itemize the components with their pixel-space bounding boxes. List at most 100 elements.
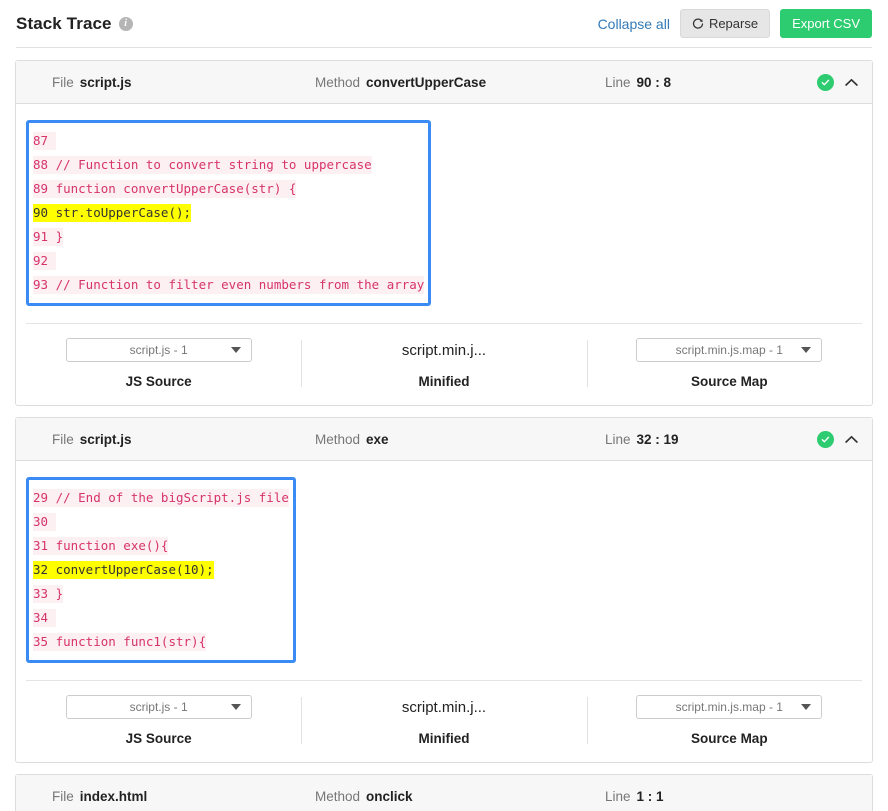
chevron-up-icon[interactable] [845,433,858,446]
code-line: 91 } [33,225,424,249]
code-line-text: 35 function func1(str){ [33,633,206,651]
stack-frame-header[interactable]: File index.html Method onclick Line 1 : 1 [16,775,872,811]
minified-column: script.min.j...Minified [301,695,586,746]
js-source-column: script.js - 1 JS Source [16,338,301,389]
frame-method: Methodexe [315,432,605,447]
code-line-text: 32 convertUpperCase(10); [33,561,214,579]
info-icon[interactable]: i [119,17,133,31]
stack-frame-body: 29 // End of the bigScript.js file 30 31 … [16,461,872,663]
file-label: File [52,432,74,447]
method-label: Method [315,75,360,90]
file-label: File [52,75,74,90]
chevron-up-icon[interactable] [845,76,858,89]
frame-line: Line 90 : 8 [605,75,805,90]
code-snippet: 87 88 // Function to convert string to u… [26,120,431,306]
js-source-select[interactable]: script.js - 1 [66,695,252,719]
file-label: File [52,789,74,804]
js-source-column: script.js - 1 JS Source [16,695,301,746]
reparse-button[interactable]: Reparse [680,9,770,39]
stack-frame: File index.html Method onclick Line 1 : 1 [15,774,873,811]
header-actions: Collapse all Reparse Export CSV [598,9,872,39]
minified-column: script.min.j... Minified [301,338,586,389]
line-label: Line [605,789,631,804]
line-value: 1 : 1 [637,789,664,804]
source-map-column: script.min.js.map - 1 Source Map [587,338,872,389]
method-label: Method [315,789,360,804]
stack-frame: File script.js Method convertUpperCase Line 9… [15,60,873,406]
source-map-label: Source Map [691,731,768,746]
header-divider [16,47,872,48]
refresh-icon [692,18,704,30]
line-value: 90 : 8 [637,75,672,90]
export-csv-button[interactable]: Export CSV [780,9,872,39]
file-value: script.js [80,75,132,90]
line-value: 32 : 19 [637,432,679,447]
frame-method: Method convertUpperCase [315,75,605,90]
js-source-label: JS Source [126,374,192,389]
line-label: Line [605,75,631,90]
source-map-column: script.min.js.map - 1 Source Map [587,695,872,746]
code-line: 31 function exe(){ [33,534,289,558]
stack-frame-header[interactable]: File script.js Method convertUpperCase Line 9… [16,61,872,104]
code-line-text: 87 [33,132,56,150]
chevron-down-icon [231,347,241,353]
method-value: convertUpperCase [366,75,486,90]
line-label: Line [605,432,631,447]
page-title: Stack Trace [16,14,112,34]
chevron-down-icon [231,704,241,710]
code-line: 29 // End of the bigScript.js file [33,486,289,510]
code-line-text: 93 // Function to filter even numbers fr… [33,276,424,294]
frame-method: Method onclick [315,789,605,804]
source-map-value: script.min.js.map - 1 [676,700,783,714]
code-line-text: 34 [33,609,56,627]
source-selector-row: script.js - 1 JS Source script.min.j... Min… [16,324,872,405]
code-line-text: 88 // Function to convert string to uppe… [33,156,372,174]
method-value: onclick [366,789,413,804]
frame-line: Line 1 : 1 [605,789,805,804]
check-circle-icon[interactable] [817,74,834,91]
title-group: Stack Trace i [16,14,133,34]
stack-frame-header[interactable]: File script.js MethodexeLine 32 : 19 [16,418,872,461]
source-selector-row: script.js - 1 JS Source script.min.j...Min… [16,681,872,762]
source-map-value: script.min.js.map - 1 [676,343,783,357]
code-line-text: 31 function exe(){ [33,537,168,555]
code-line: 88 // Function to convert string to uppe… [33,153,424,177]
js-source-select[interactable]: script.js - 1 [66,338,252,362]
code-line-text: 30 [33,513,56,531]
code-line: 92 [33,249,424,273]
file-value: index.html [80,789,148,804]
code-line: 89 function convertUpperCase(str) { [33,177,424,201]
minified-value: script.min.j... [402,338,486,362]
js-source-label: JS Source [126,731,192,746]
collapse-all-link[interactable]: Collapse all [598,16,670,32]
stack-frame: File script.js MethodexeLine 32 : 19 29 // E… [15,417,873,763]
source-map-select[interactable]: script.min.js.map - 1 [636,695,822,719]
reparse-button-label: Reparse [709,16,758,32]
file-value: script.js [80,432,132,447]
method-label: Method [315,432,360,447]
stack-trace-page: Stack Trace i Collapse all Reparse Expor… [0,0,888,811]
chevron-down-icon [801,347,811,353]
code-line-text: 91 } [33,228,63,246]
frame-file: File script.js [30,432,315,447]
frame-line: Line 32 : 19 [605,432,805,447]
code-line: 87 [33,129,424,153]
minified-label: Minified [418,731,469,746]
check-circle-icon[interactable] [817,431,834,448]
code-line: 34 [33,606,289,630]
frame-file: File script.js [30,75,315,90]
code-line: 35 function func1(str){ [33,630,289,654]
frame-file: File index.html [30,789,315,804]
code-line-highlighted: 90 str.toUpperCase(); [33,201,424,225]
code-line-text: 90 str.toUpperCase(); [33,204,191,222]
source-map-label: Source Map [691,374,768,389]
minified-label: Minified [418,374,469,389]
code-line-highlighted: 32 convertUpperCase(10); [33,558,289,582]
js-source-value: script.js - 1 [130,700,188,714]
source-map-select[interactable]: script.min.js.map - 1 [636,338,822,362]
code-line: 33 } [33,582,289,606]
code-line-text: 89 function convertUpperCase(str) { [33,180,296,198]
code-line: 30 [33,510,289,534]
frame-header-actions [817,61,858,103]
chevron-down-icon [801,704,811,710]
